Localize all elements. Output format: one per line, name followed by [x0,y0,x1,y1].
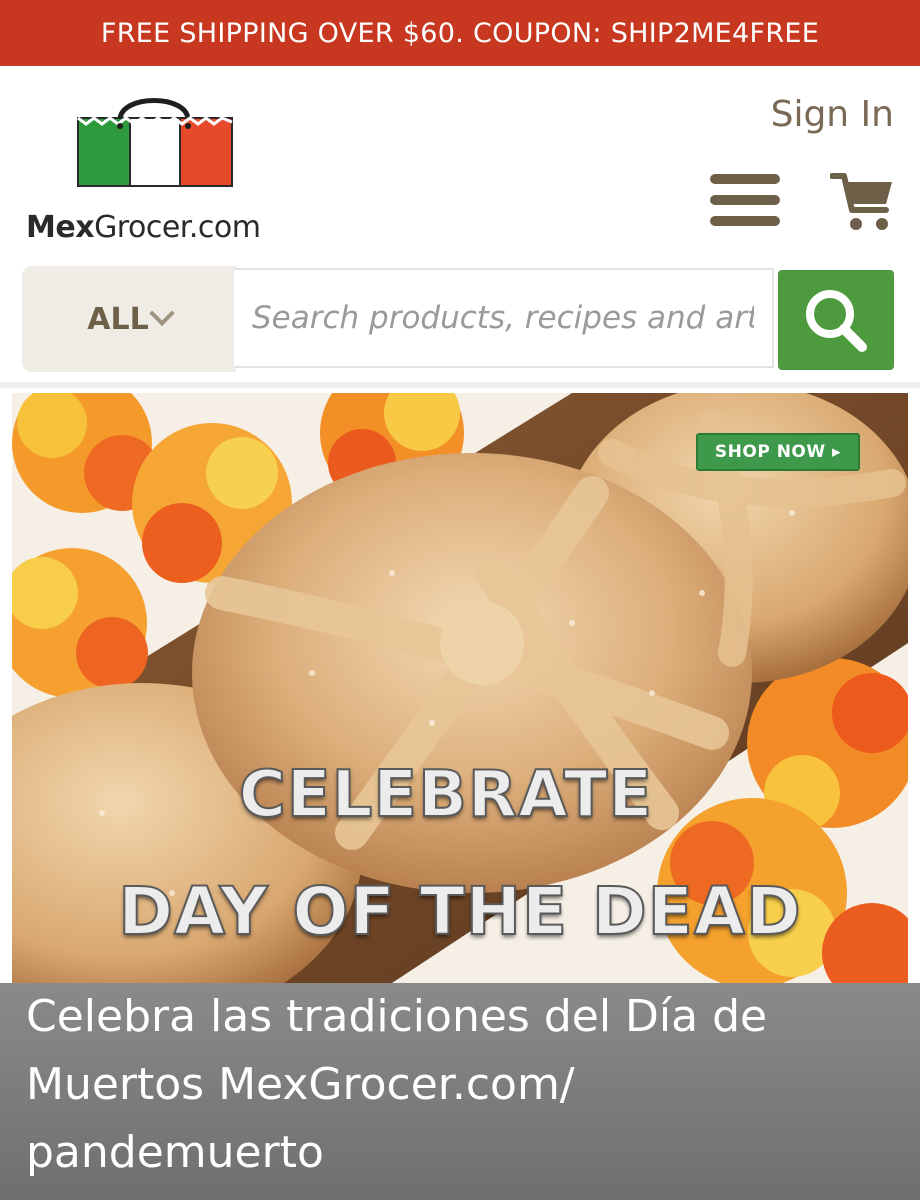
promo-text: FREE SHIPPING OVER $60. COUPON: SHIP2ME4… [100,17,820,49]
logo-wordmark: MexGrocer.com [26,210,261,245]
shop-now-button[interactable]: SHOP NOW ▸ [696,433,860,471]
magnifier-icon [806,290,867,352]
hero-headline-line2: DAY OF THE DEAD [117,872,802,951]
hero-headline-line1: CELEBRATE [238,757,654,833]
promo-banner[interactable]: FREE SHIPPING OVER $60. COUPON: SHIP2ME4… [0,0,920,66]
caption-line: pandemuerto [26,1127,324,1178]
site-logo[interactable]: MexGrocer.com [22,92,292,252]
header-divider [0,382,920,388]
search-button[interactable] [778,270,894,370]
caption-line: Muertos MexGrocer.com/ [26,1059,575,1110]
search-bar: ALL [22,266,896,374]
sign-in-link[interactable]: Sign In [771,94,894,135]
caption-overlay: Celebra las tradiciones del Día de Muert… [0,983,920,1200]
hero-banner[interactable]: SHOP NOW ▸ CELEBRATE DAY OF THE DEAD [12,393,908,983]
category-label: ALL [87,301,149,337]
shopping-bag-flag-logo-icon [77,98,233,187]
caption-text: Celebra las tradiciones del Día de Muert… [26,983,906,1187]
search-input[interactable] [234,268,774,368]
caption-line: Celebra las tradiciones del Día de [26,991,768,1042]
category-select[interactable]: ALL [22,266,236,372]
hamburger-menu-icon[interactable] [710,174,782,228]
shopping-cart-icon[interactable] [829,170,896,234]
mexgrocer-page: FREE SHIPPING OVER $60. COUPON: SHIP2ME4… [0,0,920,1200]
chevron-down-icon [148,300,175,327]
